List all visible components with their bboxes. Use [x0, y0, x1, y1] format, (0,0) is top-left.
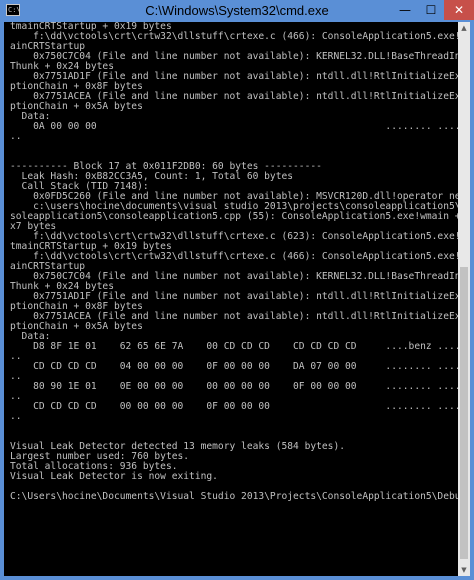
console-text: tmainCRTStartup + 0x19 bytes f:\dd\vctoo…: [4, 22, 458, 502]
console-output[interactable]: tmainCRTStartup + 0x19 bytes f:\dd\vctoo…: [4, 22, 458, 576]
console-line: 80 90 1E 01 0E 00 00 00 00 00 00 00 0F 0…: [10, 381, 458, 392]
console-line: soleapplication5\consoleapplication5.cpp…: [10, 211, 458, 222]
console-line: ..: [10, 131, 22, 142]
console-line: CD CD CD CD 04 00 00 00 0F 00 00 00 DA 0…: [10, 361, 458, 372]
scroll-down-arrow-icon[interactable]: ▼: [458, 564, 470, 576]
console-line: Visual Leak Detector is now exiting.: [10, 471, 218, 482]
console-line: D8 8F 1E 01 62 65 6E 7A 00 CD CD CD CD C…: [10, 341, 458, 352]
console-line: ..: [10, 411, 22, 422]
vertical-scrollbar[interactable]: ▲ ▼: [458, 22, 470, 576]
cmd-window: C:\ C:\Windows\System32\cmd.exe — ☐ ✕ tm…: [0, 0, 474, 580]
title-bar[interactable]: C:\ C:\Windows\System32\cmd.exe — ☐ ✕: [0, 0, 474, 22]
console-line: C:\Users\hocine\Documents\Visual Studio …: [10, 491, 458, 502]
maximize-button[interactable]: ☐: [418, 0, 444, 20]
scroll-thumb[interactable]: [460, 267, 468, 559]
console-line: 0A 00 00 00 ........ .......: [10, 121, 458, 132]
scroll-up-arrow-icon[interactable]: ▲: [458, 22, 470, 34]
close-button[interactable]: ✕: [444, 0, 474, 20]
minimize-button[interactable]: —: [392, 0, 418, 20]
console-line: CD CD CD CD 00 00 00 00 0F 00 00 00 ....…: [10, 401, 458, 412]
